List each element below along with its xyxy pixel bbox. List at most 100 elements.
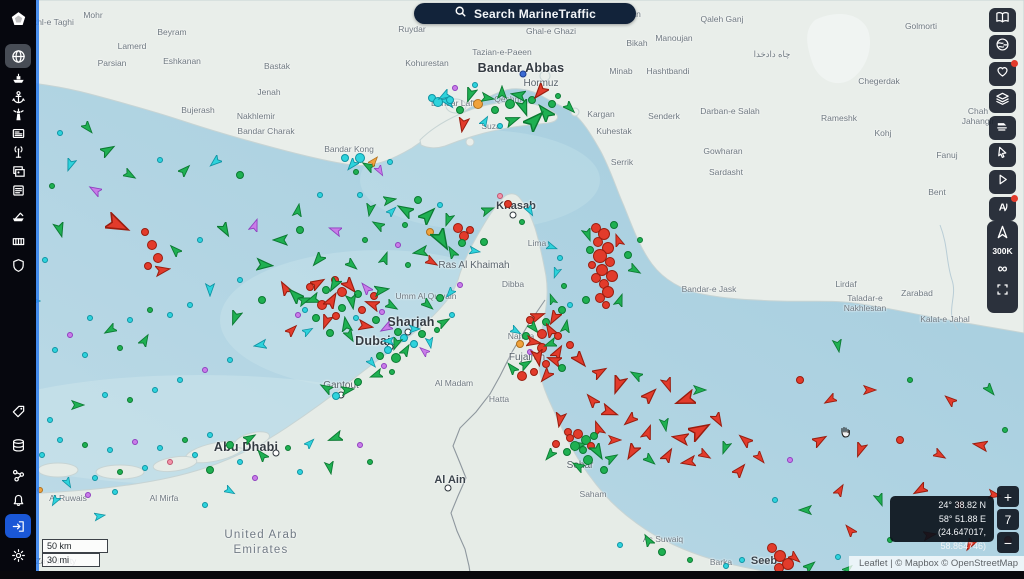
vessel-marker[interactable]	[100, 142, 116, 158]
vessel-marker[interactable]	[177, 377, 183, 383]
vessel-marker[interactable]	[123, 168, 137, 182]
vessel-marker[interactable]	[117, 345, 123, 351]
vessel-marker[interactable]	[798, 503, 812, 517]
vessel-marker[interactable]	[187, 302, 193, 308]
vessel-marker[interactable]	[410, 340, 418, 348]
vessel-marker[interactable]	[456, 106, 464, 114]
routes-button[interactable]: A	[989, 197, 1016, 221]
vessel-marker[interactable]	[546, 240, 558, 252]
vessel-marker[interactable]	[47, 417, 53, 423]
vessel-marker[interactable]	[458, 239, 466, 247]
vessel-marker[interactable]	[421, 298, 435, 312]
vessel-marker[interactable]	[610, 221, 618, 229]
sidebar-live-map-button[interactable]	[5, 44, 31, 68]
vessel-marker[interactable]	[497, 123, 503, 129]
vessel-marker[interactable]	[710, 412, 726, 428]
vessel-marker[interactable]	[579, 446, 587, 454]
vessel-marker[interactable]	[472, 82, 478, 88]
vessel-marker[interactable]	[57, 437, 63, 443]
vessel-marker[interactable]	[323, 461, 337, 475]
vessel-marker[interactable]	[141, 228, 149, 236]
vessel-marker[interactable]	[505, 361, 519, 375]
vessel-marker[interactable]	[588, 261, 596, 269]
vessel-marker[interactable]	[504, 200, 512, 208]
search-bar[interactable]: Search MarineTraffic	[414, 3, 636, 24]
vessel-marker[interactable]	[548, 100, 556, 108]
vessel-marker[interactable]	[57, 130, 63, 136]
vessel-marker[interactable]	[732, 462, 748, 478]
ports-filter-button[interactable]	[989, 116, 1016, 140]
vessel-marker[interactable]	[530, 368, 538, 376]
vessel-marker[interactable]	[285, 445, 291, 451]
vessel-marker[interactable]	[863, 383, 877, 397]
vessel-marker[interactable]	[197, 237, 203, 243]
vessel-marker[interactable]	[252, 475, 258, 481]
vessel-marker[interactable]	[480, 238, 488, 246]
sidebar-news-button[interactable]	[5, 178, 31, 202]
vessel-marker[interactable]	[723, 563, 729, 569]
vessel-marker[interactable]	[452, 85, 458, 91]
vessel-marker[interactable]	[418, 205, 438, 225]
unlimited-button[interactable]: ∞	[989, 256, 1016, 280]
vessel-marker[interactable]	[49, 183, 55, 189]
favorites-button[interactable]	[989, 62, 1016, 86]
vessel-marker[interactable]	[608, 433, 622, 447]
vessel-marker[interactable]	[629, 368, 643, 382]
vessel-marker[interactable]	[907, 377, 913, 383]
vessel-marker[interactable]	[591, 273, 601, 283]
vessel-marker[interactable]	[107, 447, 113, 453]
vessel-marker[interactable]	[217, 222, 233, 238]
vessel-marker[interactable]	[772, 497, 778, 503]
vessel-marker[interactable]	[600, 466, 608, 474]
vessel-marker[interactable]	[943, 393, 957, 407]
vessel-marker[interactable]	[227, 357, 233, 363]
vessel-marker[interactable]	[552, 440, 560, 448]
vessel-marker[interactable]	[823, 393, 837, 407]
vessel-marker[interactable]	[202, 502, 208, 508]
playback-button[interactable]	[989, 170, 1016, 194]
zoom-out-button[interactable]: −	[997, 532, 1019, 553]
vessel-marker[interactable]	[295, 312, 301, 318]
vessel-marker[interactable]	[566, 341, 574, 349]
vessel-marker[interactable]	[641, 533, 655, 547]
vessel-marker[interactable]	[873, 493, 887, 507]
vessel-marker[interactable]	[546, 292, 558, 304]
vessel-marker[interactable]	[680, 454, 696, 470]
vessel-marker[interactable]	[414, 196, 422, 204]
vessel-marker[interactable]	[586, 246, 594, 254]
vessel-marker[interactable]	[343, 329, 357, 343]
vessel-marker[interactable]	[103, 323, 117, 337]
vessel-marker[interactable]	[385, 299, 399, 313]
vessel-marker[interactable]	[424, 336, 436, 348]
vessel-marker[interactable]	[291, 203, 305, 217]
vessel-marker[interactable]	[317, 192, 323, 198]
vessel-marker[interactable]	[623, 443, 641, 461]
vessel-marker[interactable]	[52, 222, 68, 238]
vessel-marker[interactable]	[258, 296, 266, 304]
vessel-marker[interactable]	[272, 232, 288, 248]
vessel-marker[interactable]	[345, 258, 359, 272]
vessel-marker[interactable]	[531, 83, 549, 101]
vessel-marker[interactable]	[147, 240, 157, 250]
vessel-marker[interactable]	[555, 93, 561, 99]
vessel-marker[interactable]	[608, 375, 628, 395]
vessel-marker[interactable]	[255, 448, 269, 462]
map-canvas[interactable]: Nakhl-e TaghiMohrBeyramLamerdParsianEshk…	[0, 0, 1024, 579]
vessel-marker[interactable]	[157, 445, 163, 451]
vessel-marker[interactable]	[208, 155, 222, 169]
vessel-marker[interactable]	[357, 192, 363, 198]
vessel-marker[interactable]	[142, 465, 148, 471]
vessel-marker[interactable]	[446, 96, 454, 104]
vessel-marker[interactable]	[550, 266, 562, 278]
vessel-marker[interactable]	[592, 364, 608, 380]
vessel-marker[interactable]	[559, 319, 573, 333]
vessel-marker[interactable]	[127, 397, 133, 403]
vessel-marker[interactable]	[510, 324, 522, 336]
vessel-marker[interactable]	[178, 163, 192, 177]
vessel-marker[interactable]	[571, 459, 585, 473]
vessel-marker[interactable]	[354, 378, 362, 386]
vessel-marker[interactable]	[237, 277, 243, 283]
vessel-marker[interactable]	[396, 201, 414, 219]
vessel-marker[interactable]	[62, 476, 74, 488]
sidebar-protected-areas-button[interactable]	[5, 253, 31, 277]
